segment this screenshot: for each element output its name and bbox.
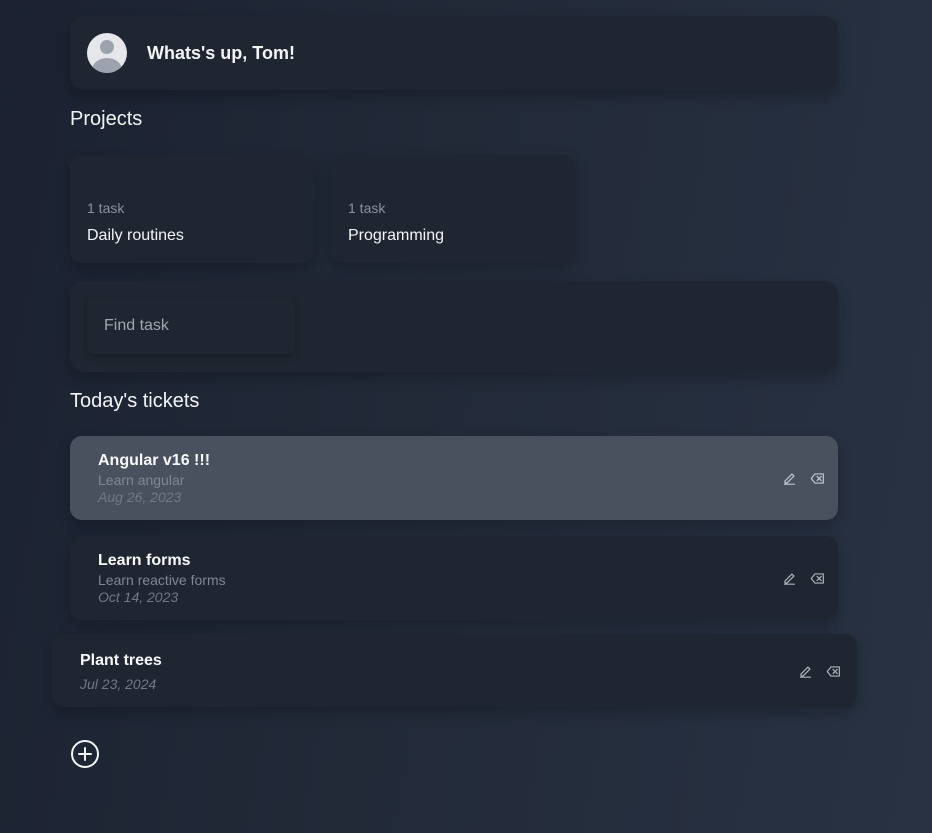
ticket-description: Learn reactive forms <box>98 572 226 588</box>
project-task-count: 1 task <box>87 200 125 216</box>
project-task-count: 1 task <box>348 200 386 216</box>
ticket-card[interactable]: Angular v16 !!! Learn angular Aug 26, 20… <box>70 436 838 520</box>
find-task-input[interactable] <box>87 298 295 354</box>
pencil-icon[interactable] <box>781 470 797 486</box>
ticket-title: Plant trees <box>80 652 162 669</box>
pencil-icon[interactable] <box>781 570 797 586</box>
projects-title: Projects <box>70 108 143 130</box>
ticket-card[interactable]: Learn forms Learn reactive forms Oct 14,… <box>70 536 838 620</box>
tickets-title: Today's tickets <box>70 390 200 412</box>
backspace-icon[interactable] <box>825 663 841 679</box>
search-panel <box>70 281 838 372</box>
ticket-date: Aug 26, 2023 <box>98 489 182 505</box>
project-card-programming[interactable]: 1 task Programming <box>331 155 575 263</box>
project-name: Daily routines <box>87 227 184 244</box>
backspace-icon[interactable] <box>809 470 825 486</box>
project-name: Programming <box>348 227 445 244</box>
ticket-title: Learn forms <box>98 552 191 569</box>
ticket-title: Angular v16 !!! <box>98 452 211 469</box>
avatar-head <box>100 40 114 54</box>
greeting-header: Whats's up, Tom! <box>70 16 838 90</box>
plus-circle-icon <box>71 740 99 768</box>
pencil-icon[interactable] <box>797 663 813 679</box>
ticket-description: Learn angular <box>98 472 185 488</box>
project-card-daily-routines[interactable]: 1 task Daily routines <box>70 155 314 263</box>
ticket-date: Oct 14, 2023 <box>98 589 179 605</box>
avatar[interactable] <box>87 33 127 73</box>
add-ticket-button[interactable] <box>70 739 100 769</box>
backspace-icon[interactable] <box>809 570 825 586</box>
greeting-text: Whats's up, Tom! <box>147 42 295 63</box>
avatar-shoulders <box>92 58 122 73</box>
ticket-card-dragging[interactable]: Plant trees Jul 23, 2024 <box>52 634 857 707</box>
ticket-date: Jul 23, 2024 <box>80 676 157 692</box>
